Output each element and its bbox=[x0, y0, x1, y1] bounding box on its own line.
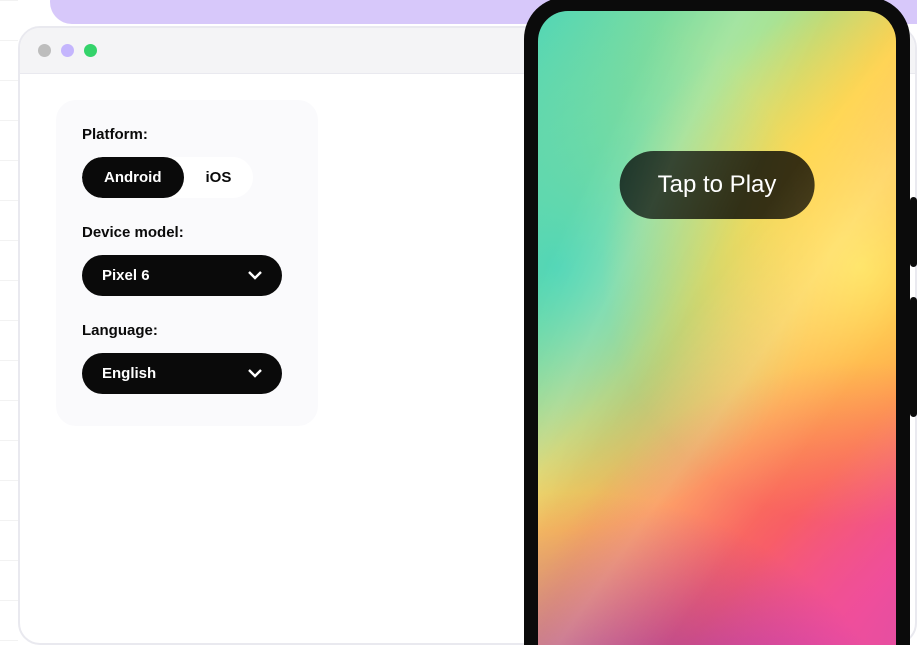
device-model-select[interactable]: Pixel 6 bbox=[82, 255, 282, 296]
phone-power-button-icon bbox=[910, 197, 917, 267]
language-select[interactable]: English bbox=[82, 353, 282, 394]
device-model-value: Pixel 6 bbox=[102, 267, 150, 284]
phone-screen[interactable]: Tap to Play bbox=[538, 11, 896, 645]
device-model-field: Device model: Pixel 6 bbox=[82, 224, 292, 296]
language-value: English bbox=[102, 365, 156, 382]
chevron-down-icon bbox=[248, 365, 262, 382]
window-control-zoom-icon[interactable] bbox=[84, 44, 97, 57]
phone-mockup: Tap to Play bbox=[524, 0, 910, 645]
platform-label: Platform: bbox=[82, 126, 292, 143]
platform-field: Platform: Android iOS bbox=[82, 126, 292, 198]
platform-option-android[interactable]: Android bbox=[82, 157, 184, 198]
device-model-label: Device model: bbox=[82, 224, 292, 241]
window-control-minimize-icon[interactable] bbox=[61, 44, 74, 57]
language-label: Language: bbox=[82, 322, 292, 339]
chevron-down-icon bbox=[248, 267, 262, 284]
platform-segmented-control: Android iOS bbox=[82, 157, 253, 198]
phone-volume-button-icon bbox=[910, 297, 917, 417]
window-control-close-icon[interactable] bbox=[38, 44, 51, 57]
language-field: Language: English bbox=[82, 322, 292, 394]
tap-to-play-button[interactable]: Tap to Play bbox=[620, 151, 815, 219]
device-settings-card: Platform: Android iOS Device model: Pixe… bbox=[56, 100, 318, 426]
platform-option-ios[interactable]: iOS bbox=[184, 157, 254, 198]
page-background-grid bbox=[0, 0, 18, 645]
